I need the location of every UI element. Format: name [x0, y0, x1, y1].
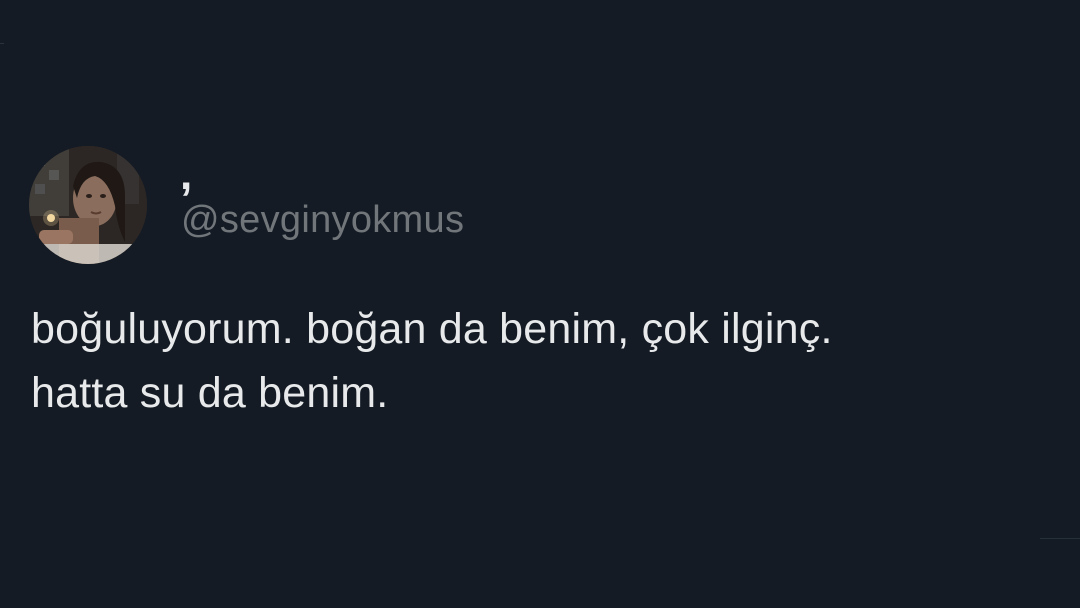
- tweet-text-line: hatta su da benim.: [31, 369, 389, 417]
- edge-divider: [0, 43, 4, 44]
- edge-divider: [1040, 538, 1080, 539]
- avatar[interactable]: [29, 146, 147, 264]
- avatar-image: [29, 146, 147, 264]
- username-handle[interactable]: @sevginyokmus: [181, 196, 464, 244]
- display-name[interactable]: ,: [180, 150, 192, 200]
- tweet-card: , @sevginyokmus boğuluyorum. boğan da be…: [0, 0, 1080, 608]
- tweet-text: boğuluyorum. boğan da benim, çok ilginç.…: [31, 297, 1071, 425]
- tweet-text-line: boğuluyorum. boğan da benim, çok ilginç.: [31, 305, 833, 353]
